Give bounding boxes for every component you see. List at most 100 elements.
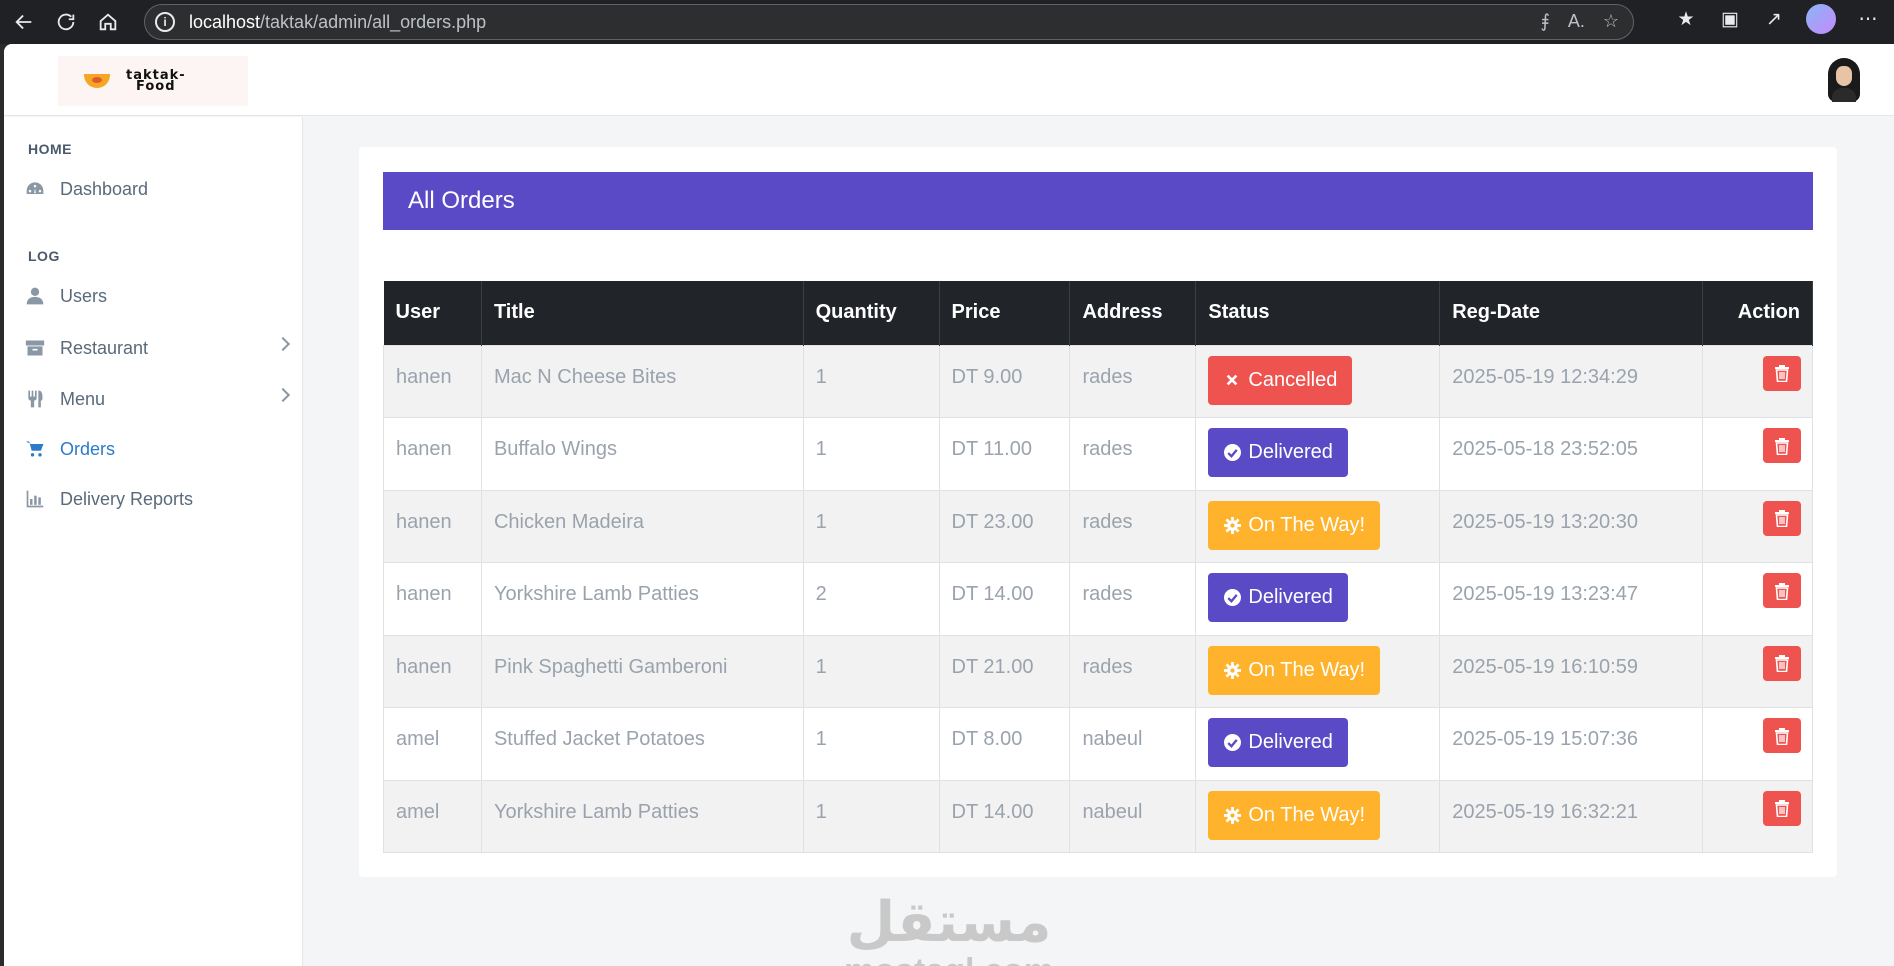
- sidebar-item-label: Delivery Reports: [60, 488, 194, 509]
- status-label: Cancelled: [1248, 368, 1338, 391]
- status-button[interactable]: Delivered: [1208, 718, 1348, 767]
- trash-icon: [1775, 727, 1789, 745]
- delete-button[interactable]: [1763, 428, 1801, 463]
- status-label: On The Way!: [1248, 513, 1366, 536]
- table-row: hanen Buffalo Wings 1 DT 11.00 rades Delivere…: [383, 417, 1814, 491]
- gear-icon: [1223, 516, 1241, 534]
- cell-price: DT 11.00: [938, 417, 1071, 491]
- column-header-price[interactable]: Price: [939, 281, 1071, 345]
- cell-price: DT 14.00: [938, 562, 1071, 636]
- table-row: amel Yorkshire Lamb Patties 1 DT 14.00 nabeu…: [383, 779, 1814, 853]
- delete-button[interactable]: [1763, 573, 1801, 608]
- logo[interactable]: taktak- Food: [58, 56, 248, 106]
- cutlery-icon: [24, 388, 46, 410]
- cell-status: Cancelled: [1195, 344, 1441, 418]
- cell-status: Delivered: [1195, 417, 1441, 491]
- share-icon[interactable]: ↗: [1762, 8, 1786, 31]
- times-icon: [1223, 371, 1241, 389]
- sidebar: HOME Dashboard LOG Users Restaurant Menu…: [4, 117, 303, 966]
- cell-address: rades: [1069, 417, 1197, 491]
- cell-quantity: 1: [802, 489, 940, 563]
- column-header-quantity[interactable]: Quantity: [803, 281, 940, 345]
- delete-button[interactable]: [1763, 355, 1801, 391]
- cell-price: DT 14.00: [938, 779, 1071, 853]
- cell-reg-date: 2025-05-19 15:07:36: [1439, 707, 1703, 781]
- cell-title: Mac N Cheese Bites: [480, 344, 804, 418]
- cell-price: DT 23.00: [938, 489, 1071, 563]
- cell-quantity: 1: [802, 344, 940, 418]
- column-header-status[interactable]: Status: [1195, 281, 1441, 345]
- cell-address: nabeul: [1069, 779, 1197, 853]
- cell-user: hanen: [383, 634, 482, 708]
- sidebar-item-label: Menu: [60, 388, 106, 409]
- arrow-left-icon: [15, 14, 32, 30]
- reload-button[interactable]: [48, 4, 84, 40]
- cell-action: [1701, 779, 1814, 853]
- translate-icon[interactable]: ⨎: [1540, 11, 1549, 32]
- bowl-logo-icon: [72, 74, 120, 88]
- sidebar-heading-home: HOME: [28, 141, 72, 157]
- check-circle-icon: [1223, 734, 1241, 752]
- watermark: مستقل mostaql.com: [844, 890, 1054, 966]
- status-button[interactable]: Cancelled: [1208, 355, 1353, 405]
- delete-button[interactable]: [1763, 790, 1801, 826]
- column-header-reg-date[interactable]: Reg-Date: [1439, 281, 1703, 345]
- table-header-row: User Title Quantity Price Address Status…: [383, 281, 1814, 345]
- cell-quantity: 1: [802, 417, 940, 491]
- status-label: Delivered: [1248, 731, 1333, 753]
- cell-user: amel: [383, 779, 482, 853]
- cell-reg-date: 2025-05-19 12:34:29: [1439, 344, 1703, 418]
- status-button[interactable]: Delivered: [1208, 573, 1348, 622]
- back-button[interactable]: [6, 4, 42, 40]
- cell-address: rades: [1069, 489, 1197, 563]
- cell-action: [1701, 489, 1814, 563]
- favorite-star-icon[interactable]: ☆: [1603, 11, 1619, 32]
- admin-page: taktak- Food HOME Dashboard LOG Users Res…: [4, 44, 1894, 966]
- sidebar-item-delivery-reports[interactable]: Delivery Reports: [24, 482, 296, 516]
- sidebar-item-users[interactable]: Users: [24, 279, 296, 313]
- info-icon[interactable]: i: [155, 12, 175, 32]
- cell-action: [1701, 562, 1814, 636]
- address-bar[interactable]: i localhost/taktak/admin/all_orders.php …: [144, 4, 1634, 40]
- cell-title: Yorkshire Lamb Patties: [480, 779, 804, 853]
- column-header-user[interactable]: User: [383, 281, 482, 345]
- read-aloud-icon[interactable]: A.: [1568, 11, 1585, 32]
- browser-profile-avatar[interactable]: [1806, 4, 1836, 34]
- column-header-address[interactable]: Address: [1069, 281, 1197, 345]
- cell-title: Chicken Madeira: [480, 489, 804, 563]
- delete-button[interactable]: [1763, 645, 1801, 681]
- check-circle-icon: [1223, 444, 1241, 462]
- status-button[interactable]: On The Way!: [1208, 645, 1381, 695]
- sidebar-item-menu[interactable]: Menu: [24, 382, 296, 416]
- status-button[interactable]: Delivered: [1208, 428, 1348, 477]
- table-row: hanen Yorkshire Lamb Patties 2 DT 14.00 rade…: [383, 562, 1814, 636]
- cell-action: [1701, 417, 1814, 491]
- sidebar-item-dashboard[interactable]: Dashboard: [24, 172, 296, 206]
- table-row: hanen Chicken Madeira 1 DT 23.00 rades On The…: [383, 489, 1814, 563]
- cell-status: Delivered: [1195, 562, 1441, 636]
- archive-icon: [24, 337, 46, 359]
- column-header-title[interactable]: Title: [481, 281, 804, 345]
- cell-reg-date: 2025-05-18 23:52:05: [1439, 417, 1703, 491]
- favorites-icon[interactable]: ★: [1674, 8, 1698, 31]
- top-navbar: taktak- Food: [4, 44, 1894, 116]
- collections-icon[interactable]: ▣: [1718, 8, 1742, 31]
- cell-reg-date: 2025-05-19 16:32:21: [1439, 779, 1703, 853]
- status-button[interactable]: On The Way!: [1208, 500, 1381, 550]
- cell-action: [1701, 707, 1814, 781]
- home-button[interactable]: [90, 4, 126, 40]
- status-button[interactable]: On The Way!: [1208, 790, 1381, 840]
- cell-price: DT 8.00: [938, 707, 1071, 781]
- delete-button[interactable]: [1763, 718, 1801, 753]
- delete-button[interactable]: [1763, 500, 1801, 536]
- sidebar-item-label: Restaurant: [60, 337, 149, 358]
- dashboard-icon: [24, 178, 46, 200]
- cell-user: amel: [383, 707, 482, 781]
- user-avatar[interactable]: [1824, 58, 1864, 102]
- more-options-icon[interactable]: ⋯: [1856, 8, 1880, 31]
- sidebar-item-label: Dashboard: [60, 178, 149, 199]
- table-row: amel Stuffed Jacket Potatoes 1 DT 8.00 nabeu…: [383, 707, 1814, 781]
- sidebar-item-restaurant[interactable]: Restaurant: [24, 331, 296, 365]
- cell-title: Buffalo Wings: [480, 417, 804, 491]
- sidebar-item-orders[interactable]: Orders: [24, 432, 296, 466]
